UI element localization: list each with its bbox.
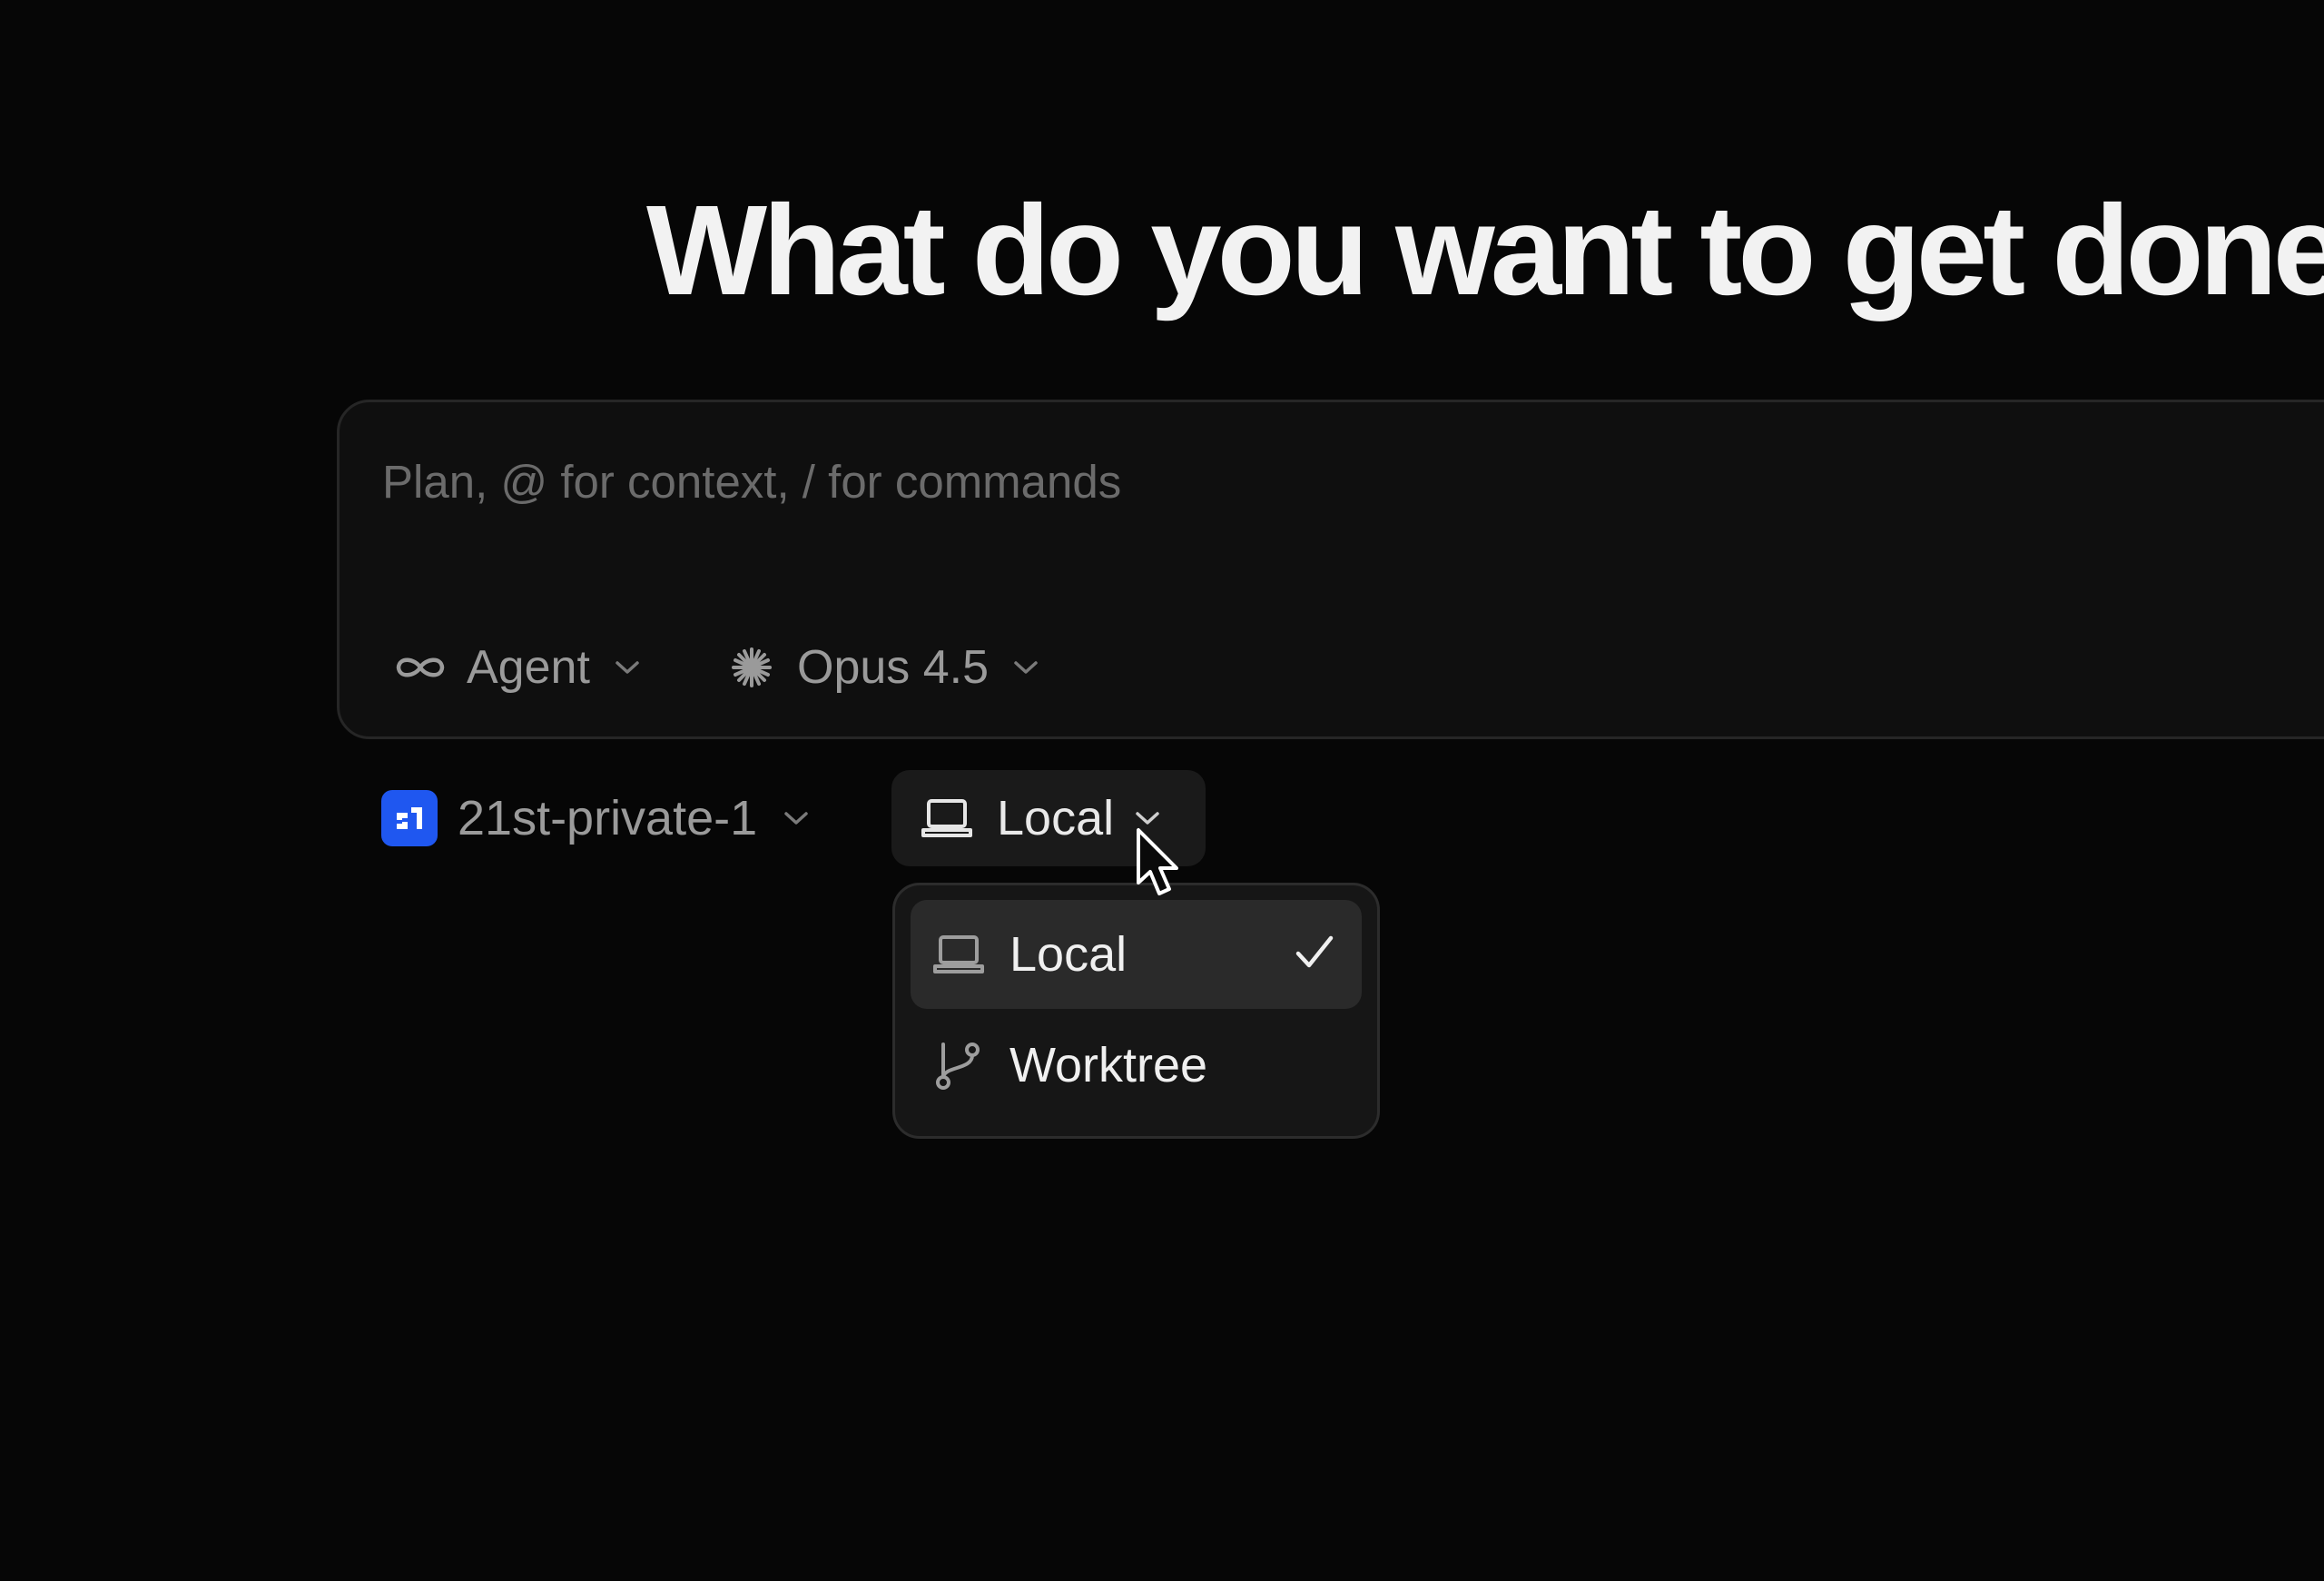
- app-canvas: What do you want to get done? Agent: [0, 0, 2324, 1581]
- model-selector[interactable]: Opus 4.5: [730, 631, 1039, 704]
- menu-item-local[interactable]: Local: [911, 900, 1362, 1009]
- checkmark-icon: [1293, 931, 1336, 974]
- repo-selector[interactable]: 21st-private-1: [381, 783, 810, 854]
- menu-item-label: Local: [1009, 927, 1128, 982]
- prompt-input[interactable]: [382, 450, 2016, 513]
- infinity-icon: [394, 653, 447, 682]
- repo-logo-icon: [381, 790, 438, 846]
- menu-item-worktree[interactable]: Worktree: [911, 1011, 1362, 1120]
- environment-selector[interactable]: Local: [891, 770, 1206, 866]
- mode-selector[interactable]: Agent: [394, 631, 641, 704]
- mode-label: Agent: [467, 641, 590, 694]
- git-branch-icon: [932, 1039, 987, 1092]
- laptop-icon: [921, 797, 973, 839]
- composer-box: Agent Opus 4.5: [337, 400, 2324, 739]
- environment-dropdown-menu: Local Worktree: [892, 883, 1380, 1139]
- model-label: Opus 4.5: [797, 641, 990, 694]
- chevron-down-icon: [1134, 809, 1161, 827]
- sparkle-icon: [730, 646, 773, 689]
- repo-label: 21st-private-1: [458, 791, 758, 845]
- chevron-down-icon: [1012, 658, 1039, 677]
- laptop-icon: [932, 934, 987, 975]
- chevron-down-icon: [614, 658, 641, 677]
- page-title: What do you want to get done?: [646, 178, 2324, 321]
- environment-label: Local: [997, 791, 1115, 845]
- menu-item-label: Worktree: [1009, 1038, 1208, 1092]
- chevron-down-icon: [783, 809, 810, 827]
